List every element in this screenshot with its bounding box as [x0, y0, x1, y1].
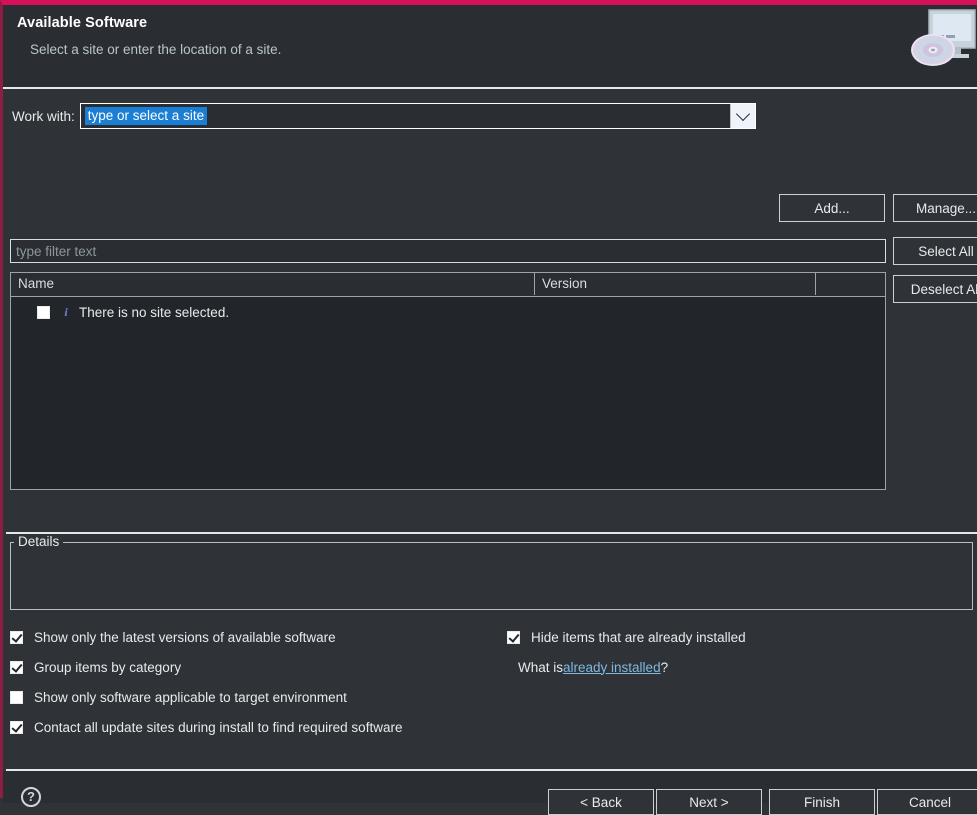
back-button-label: < Back	[580, 794, 622, 810]
option-contact-all-update-sites[interactable]: Contact all update sites during install …	[10, 712, 490, 742]
next-button[interactable]: Next >	[656, 789, 762, 815]
dialog-header: Available Software Select a site or ente…	[3, 5, 977, 89]
option-group-by-category[interactable]: Group items by category	[10, 652, 490, 682]
cancel-button[interactable]: Cancel	[877, 789, 977, 815]
option-applicable-to-target[interactable]: Show only software applicable to target …	[10, 682, 490, 712]
column-header-version[interactable]: Version	[535, 273, 816, 295]
work-with-input[interactable]: type or select a site	[84, 107, 208, 125]
option-contact-all-update-sites-checkbox[interactable]	[10, 720, 23, 734]
option-show-latest-versions[interactable]: Show only the latest versions of availab…	[10, 622, 490, 652]
filter-input-placeholder: type filter text	[16, 243, 97, 259]
row-checkbox[interactable]	[37, 305, 50, 319]
next-button-label: Next >	[689, 794, 729, 810]
available-software-table[interactable]: Name Version i There is no site selected…	[10, 272, 886, 490]
already-installed-link[interactable]: already installed	[563, 660, 661, 675]
page-subtitle: Select a site or enter the location of a…	[30, 42, 282, 57]
add-button[interactable]: Add...	[779, 194, 885, 222]
option-show-latest-versions-label: Show only the latest versions of availab…	[34, 629, 336, 645]
option-hide-already-installed-label: Hide items that are already installed	[531, 629, 746, 645]
option-applicable-to-target-label: Show only software applicable to target …	[34, 689, 347, 705]
dialog-body: Work with: type or select a site Add... …	[3, 89, 977, 735]
details-separator	[6, 532, 977, 534]
option-group-by-category-label: Group items by category	[34, 659, 182, 675]
details-group-box	[10, 542, 973, 610]
option-show-latest-versions-checkbox[interactable]	[10, 630, 23, 644]
info-icon: i	[64, 304, 68, 319]
back-button[interactable]: < Back	[548, 789, 654, 815]
finish-button[interactable]: Finish	[769, 789, 875, 815]
select-all-button-label: Select All	[918, 243, 974, 259]
manage-button-label: Manage...	[915, 200, 977, 216]
option-hide-already-installed[interactable]: Hide items that are already installed	[507, 622, 937, 652]
option-applicable-to-target-checkbox[interactable]	[10, 690, 23, 704]
column-header-blank[interactable]	[816, 273, 885, 295]
filter-input[interactable]: type filter text	[10, 239, 886, 263]
page-title: Available Software	[17, 15, 148, 31]
option-group-by-category-checkbox[interactable]	[10, 660, 23, 674]
row-name: There is no site selected.	[79, 304, 230, 320]
options-right-column: Hide items that are already installed Wh…	[507, 622, 937, 682]
work-with-combo[interactable]: type or select a site	[79, 103, 756, 129]
chevron-down-icon[interactable]	[729, 104, 755, 128]
help-question-icon[interactable]: ?	[21, 787, 41, 807]
deselect-all-button[interactable]: Deselect All	[893, 275, 977, 303]
what-is-already-installed: What is already installed ?	[507, 652, 937, 682]
available-software-dialog: Available Software Select a site or ente…	[0, 0, 977, 815]
column-header-name[interactable]: Name	[11, 273, 535, 295]
table-body: i There is no site selected.	[11, 297, 885, 323]
cancel-button-label: Cancel	[908, 794, 952, 810]
what-is-suffix: ?	[660, 659, 669, 675]
what-is-prefix: What is	[518, 659, 564, 675]
deselect-all-button-label: Deselect All	[910, 281, 977, 297]
manage-button[interactable]: Manage...	[893, 194, 977, 222]
cd-disc-monitor-icon	[911, 9, 976, 66]
add-button-label: Add...	[814, 200, 850, 216]
table-row[interactable]: i There is no site selected.	[11, 301, 885, 323]
details-legend: Details	[14, 534, 64, 549]
select-all-button[interactable]: Select All	[893, 237, 977, 265]
option-contact-all-update-sites-label: Contact all update sites during install …	[34, 719, 403, 735]
work-with-row: Work with: type or select a site	[3, 89, 977, 131]
options-left-column: Show only the latest versions of availab…	[10, 622, 490, 742]
work-with-label: Work with:	[12, 108, 75, 124]
option-hide-already-installed-checkbox[interactable]	[507, 630, 520, 644]
table-header-row: Name Version	[11, 273, 885, 297]
finish-button-label: Finish	[803, 794, 840, 810]
